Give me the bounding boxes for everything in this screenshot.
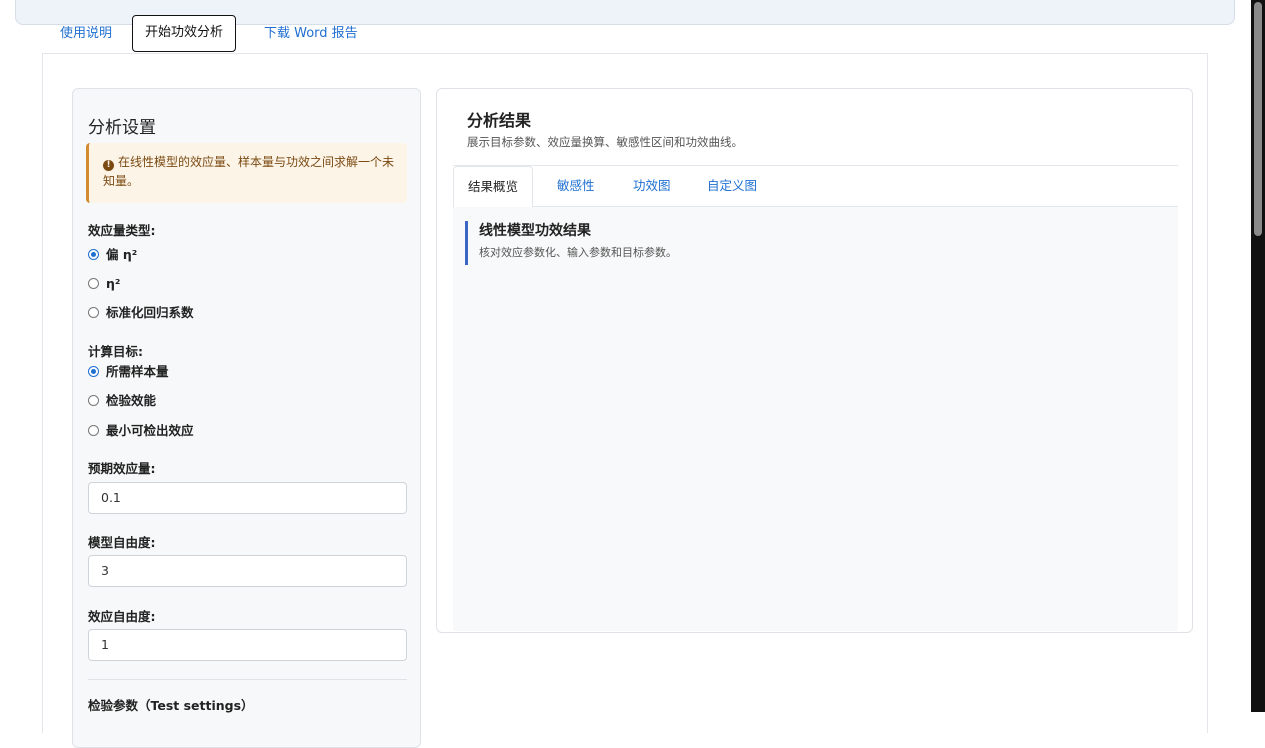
radio-unselected-icon: [88, 278, 99, 289]
effect-type-label: 效应量类型:: [88, 223, 156, 238]
results-title: 分析结果: [467, 111, 532, 130]
result-heading: 线性模型功效结果 核对效应参数化、输入参数和目标参数。: [465, 221, 677, 265]
target-label: 计算目标:: [88, 344, 143, 359]
result-heading-title: 线性模型功效结果: [479, 223, 591, 239]
tab-overview[interactable]: 结果概览: [453, 166, 534, 208]
radio-unselected-icon: [88, 395, 99, 406]
radio-partial-eta-squared[interactable]: 偏 η²: [88, 247, 137, 263]
scrollbar-thumb[interactable]: [1254, 2, 1262, 236]
nav-tab-start-analysis[interactable]: 开始功效分析: [132, 15, 237, 52]
tab-sensitivity[interactable]: 敏感性: [543, 166, 609, 207]
effect-df-label: 效应自由度:: [88, 609, 156, 624]
info-note: ! 在线性模型的效应量、样本量与功效之间求解一个未知量。: [86, 143, 407, 203]
result-heading-subtitle: 核对效应参数化、输入参数和目标参数。: [479, 246, 677, 259]
radio-unselected-icon: [88, 425, 99, 436]
nav-tab-download-report[interactable]: 下载 Word 报告: [256, 15, 366, 52]
radio-standardized-beta[interactable]: 标准化回归系数: [88, 305, 194, 321]
tab-custom-plot[interactable]: 自定义图: [693, 166, 771, 207]
radio-min-detectable-effect[interactable]: 最小可检出效应: [88, 423, 194, 439]
tab-power-plot[interactable]: 功效图: [619, 166, 685, 207]
nav-tab-instructions[interactable]: 使用说明: [52, 15, 120, 52]
radio-eta-squared[interactable]: η²: [88, 276, 120, 292]
radio-unselected-icon: [88, 307, 99, 318]
radio-power[interactable]: 检验效能: [88, 393, 156, 409]
radio-selected-icon: [88, 366, 99, 377]
page-scrollbar[interactable]: [1251, 0, 1265, 712]
radio-selected-icon: [88, 249, 99, 260]
results-card: 分析结果 展示目标参数、效应量换算、敏感性区间和功效曲线。 线性模型功效结果 核…: [436, 88, 1193, 633]
radio-sample-size[interactable]: 所需样本量: [88, 364, 169, 380]
sidebar-title: 分析设置: [88, 118, 156, 138]
test-settings-label: 检验参数（Test settings）: [88, 698, 254, 713]
expected-effect-input[interactable]: 0.1: [88, 482, 407, 514]
info-icon: !: [103, 160, 114, 171]
effect-df-input[interactable]: 1: [88, 629, 407, 661]
settings-sidebar: 分析设置 ! 在线性模型的效应量、样本量与功效之间求解一个未知量。 效应量类型: …: [72, 88, 421, 748]
info-note-text: 在线性模型的效应量、样本量与功效之间求解一个未知量。: [103, 155, 395, 188]
expected-effect-label: 预期效应量:: [88, 461, 156, 476]
model-df-input[interactable]: 3: [88, 555, 407, 587]
results-subtitle: 展示目标参数、效应量换算、敏感性区间和功效曲线。: [467, 135, 743, 149]
results-tab-panel: 线性模型功效结果 核对效应参数化、输入参数和目标参数。: [453, 206, 1178, 631]
model-df-label: 模型自由度:: [88, 535, 156, 550]
sidebar-divider: [88, 679, 407, 680]
